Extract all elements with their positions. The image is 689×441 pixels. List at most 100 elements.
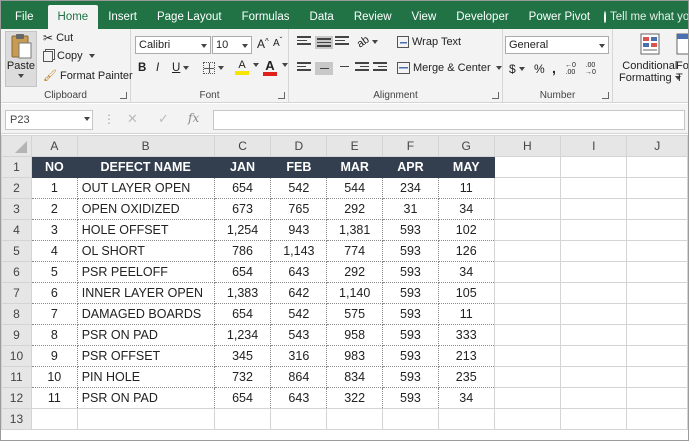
table-cell[interactable]: 10	[30, 366, 78, 388]
empty-cell[interactable]	[560, 387, 628, 409]
row-header[interactable]: 5	[1, 240, 32, 262]
decrease-indent-button[interactable]	[355, 62, 369, 71]
empty-cell[interactable]	[437, 408, 495, 430]
table-cell[interactable]: 34	[437, 387, 495, 409]
merge-center-button[interactable]: Merge & Center	[397, 62, 502, 74]
table-cell[interactable]: PSR OFFSET	[76, 345, 215, 367]
align-bottom-button[interactable]	[335, 36, 349, 45]
format-painter-button[interactable]: 🖌 Format Painter	[43, 69, 133, 83]
row-header[interactable]: 13	[1, 408, 32, 430]
table-cell[interactable]: 34	[437, 198, 495, 220]
table-cell[interactable]: 943	[270, 219, 328, 241]
table-cell[interactable]: 5	[30, 261, 78, 283]
more-options-icon[interactable]: ⋮	[103, 112, 115, 126]
table-cell[interactable]: 234	[382, 177, 439, 199]
name-box[interactable]: P23	[5, 110, 93, 130]
table-cell[interactable]: 316	[270, 345, 328, 367]
number-format-dropdown[interactable]: General	[505, 36, 609, 54]
chevron-down-icon[interactable]	[84, 117, 90, 121]
table-header-cell[interactable]: FEB	[270, 156, 328, 178]
row-header[interactable]: 2	[1, 177, 32, 199]
table-cell[interactable]: 4	[30, 240, 78, 262]
insert-function-icon[interactable]: fx	[188, 111, 199, 125]
empty-cell[interactable]	[560, 177, 628, 199]
align-left-button[interactable]	[297, 62, 311, 71]
table-cell[interactable]: 958	[326, 324, 384, 346]
table-cell[interactable]: 1,381	[326, 219, 384, 241]
table-header-cell[interactable]: APR	[382, 156, 439, 178]
empty-cell[interactable]	[76, 408, 215, 430]
table-cell[interactable]: OPEN OXIDIZED	[76, 198, 215, 220]
empty-cell[interactable]	[626, 324, 688, 346]
table-cell[interactable]: 1	[30, 177, 78, 199]
column-header-h[interactable]: H	[493, 135, 562, 157]
row-header[interactable]: 7	[1, 282, 32, 304]
conditional-formatting-button[interactable]: Conditional Formatting	[619, 32, 681, 84]
alignment-launcher-icon[interactable]	[492, 92, 499, 99]
empty-cell[interactable]	[493, 156, 562, 178]
table-header-cell[interactable]: JAN	[213, 156, 272, 178]
table-cell[interactable]: 593	[382, 219, 439, 241]
column-header-e[interactable]: E	[326, 135, 384, 157]
cut-button[interactable]: ✂ Cut	[43, 31, 73, 45]
empty-cell[interactable]	[560, 366, 628, 388]
empty-cell[interactable]	[493, 198, 562, 220]
format-as-table-button[interactable]: Fo T	[676, 32, 688, 84]
tab-data[interactable]: Data	[300, 5, 344, 29]
row-header[interactable]: 9	[1, 324, 32, 346]
font-name-dropdown[interactable]: Calibri	[135, 36, 211, 54]
table-cell[interactable]: 593	[382, 261, 439, 283]
empty-cell[interactable]	[626, 387, 688, 409]
empty-cell[interactable]	[326, 408, 384, 430]
row-header[interactable]: 4	[1, 219, 32, 241]
fill-color-dropdown[interactable]	[250, 63, 259, 67]
table-cell[interactable]: 654	[213, 303, 272, 325]
table-cell[interactable]: 1,143	[270, 240, 328, 262]
empty-cell[interactable]	[626, 198, 688, 220]
table-cell[interactable]: DAMAGED BOARDS	[76, 303, 215, 325]
table-cell[interactable]: 9	[30, 345, 78, 367]
borders-button[interactable]	[203, 62, 224, 74]
empty-cell[interactable]	[626, 177, 688, 199]
table-cell[interactable]: 11	[437, 177, 495, 199]
tab-home[interactable]: Home	[47, 5, 99, 29]
table-cell[interactable]: 575	[326, 303, 384, 325]
table-cell[interactable]: 34	[437, 261, 495, 283]
empty-cell[interactable]	[626, 219, 688, 241]
empty-cell[interactable]	[626, 282, 688, 304]
empty-cell[interactable]	[626, 345, 688, 367]
column-header-f[interactable]: F	[382, 135, 439, 157]
comma-style-button[interactable]: ,	[552, 60, 556, 76]
font-color-button[interactable]: A	[263, 59, 277, 76]
empty-cell[interactable]	[560, 303, 628, 325]
row-header[interactable]: 3	[1, 198, 32, 220]
font-color-dropdown[interactable]	[279, 63, 288, 67]
clipboard-launcher-icon[interactable]	[120, 92, 127, 99]
table-cell[interactable]: 1,234	[213, 324, 272, 346]
table-cell[interactable]: 126	[437, 240, 495, 262]
table-cell[interactable]: HOLE OFFSET	[76, 219, 215, 241]
column-header-j[interactable]: J	[626, 135, 688, 157]
tab-insert[interactable]: Insert	[98, 5, 147, 29]
increase-font-size-button[interactable]: A ^	[257, 37, 269, 52]
tab-power-pivot[interactable]: Power Pivot	[519, 5, 600, 29]
empty-cell[interactable]	[493, 177, 562, 199]
table-cell[interactable]: 235	[437, 366, 495, 388]
table-cell[interactable]: PSR PEELOFF	[76, 261, 215, 283]
table-cell[interactable]: PSR ON PAD	[76, 387, 215, 409]
empty-cell[interactable]	[493, 303, 562, 325]
tab-developer[interactable]: Developer	[446, 5, 518, 29]
table-cell[interactable]: 593	[382, 240, 439, 262]
empty-cell[interactable]	[270, 408, 328, 430]
empty-cell[interactable]	[493, 240, 562, 262]
table-cell[interactable]: 1,383	[213, 282, 272, 304]
table-cell[interactable]: 3	[30, 219, 78, 241]
empty-cell[interactable]	[493, 408, 562, 430]
table-cell[interactable]: 322	[326, 387, 384, 409]
column-header-i[interactable]: I	[560, 135, 628, 157]
table-cell[interactable]: 333	[437, 324, 495, 346]
table-cell[interactable]: 732	[213, 366, 272, 388]
table-cell[interactable]: 765	[270, 198, 328, 220]
column-header-g[interactable]: G	[437, 135, 495, 157]
row-header[interactable]: 6	[1, 261, 32, 283]
